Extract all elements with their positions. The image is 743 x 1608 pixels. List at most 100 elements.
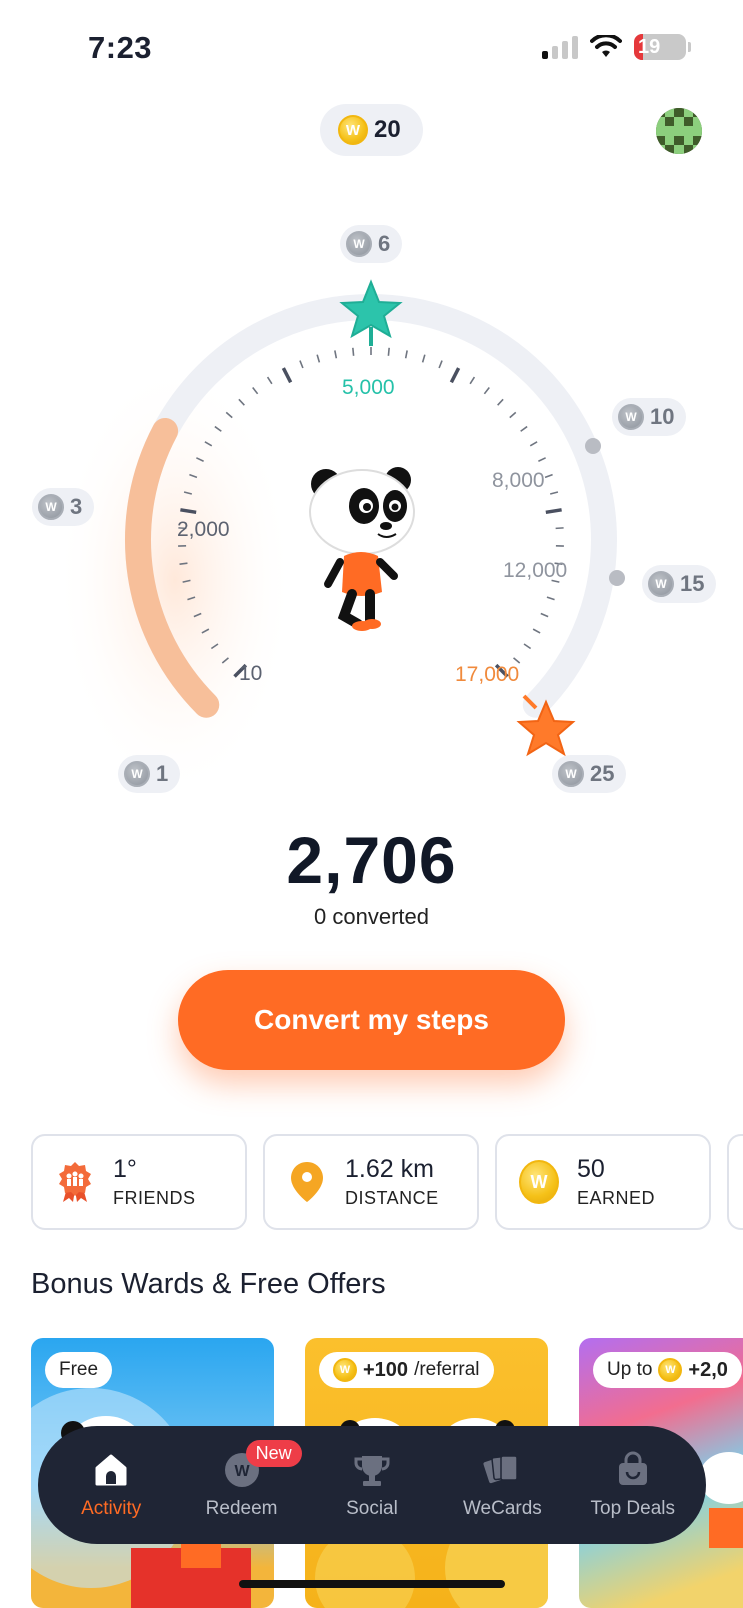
gauge-step-label: 8,000 xyxy=(492,469,545,492)
stat-label: FRIENDS xyxy=(113,1188,196,1208)
silver-coin-icon: W xyxy=(38,494,64,520)
silver-coin-icon: W xyxy=(648,571,674,597)
stat-value: 1.62 km xyxy=(345,1155,434,1183)
gauge-tick xyxy=(421,354,426,363)
offer-tag: Free xyxy=(45,1352,113,1388)
reward-value: 10 xyxy=(650,404,675,429)
gauge-tick xyxy=(497,398,504,406)
gauge-tick xyxy=(387,347,390,356)
reward-value: 25 xyxy=(590,761,615,786)
stat-label: DISTANCE xyxy=(345,1188,439,1208)
gauge-tick xyxy=(546,596,555,601)
gauge-tick xyxy=(281,367,293,384)
home-indicator xyxy=(239,1580,505,1588)
milestone-dot xyxy=(609,570,625,586)
gauge-tick xyxy=(509,411,517,419)
gold-coin-icon: W xyxy=(519,1160,559,1204)
gauge-tick xyxy=(438,360,443,369)
reward-pill: W 25 xyxy=(552,755,627,793)
nav-label: WeCards xyxy=(462,1498,542,1519)
nav-item-top-deals[interactable]: Top Deals xyxy=(571,1450,695,1520)
gauge-tick xyxy=(520,425,528,432)
gold-coin-icon: W xyxy=(519,1160,559,1204)
gauge-tick xyxy=(532,628,541,634)
gauge-tick xyxy=(180,508,197,515)
gauge-tick xyxy=(179,562,188,565)
friends-badge-icon xyxy=(55,1160,95,1204)
nav-item-activity[interactable]: Activity xyxy=(49,1450,173,1520)
nav-label: Activity xyxy=(81,1498,142,1519)
nav-item-wecards[interactable]: WeCards xyxy=(440,1450,564,1520)
gauge-tick xyxy=(404,350,408,359)
reward-value: 3 xyxy=(70,494,83,519)
silver-coin-icon: W xyxy=(124,761,150,787)
offer-tag: W +100 /referral xyxy=(319,1352,494,1388)
reward-pill: W 10 xyxy=(612,398,687,436)
gauge-tick xyxy=(529,441,538,447)
gauge-tick xyxy=(544,473,553,479)
offer-tag-amount: +100 xyxy=(363,1358,409,1381)
gold-coin-icon: W xyxy=(333,1358,357,1382)
gauge-tick xyxy=(299,360,304,369)
stat-card-distance[interactable]: 1.62 km DISTANCE xyxy=(263,1134,479,1230)
stat-card-next[interactable] xyxy=(727,1134,743,1230)
location-pin-icon xyxy=(287,1160,327,1204)
battery-level: 19 xyxy=(638,35,661,58)
nav-label: Redeem xyxy=(205,1498,278,1519)
gauge-step-label: 5,000 xyxy=(342,376,395,399)
shopping-bag-icon xyxy=(618,1451,647,1485)
gauge-tick xyxy=(540,612,549,618)
gauge-step-label: 17,000 xyxy=(455,663,520,686)
milestone-dot xyxy=(585,438,601,454)
reward-pill: W 6 xyxy=(340,225,403,263)
gauge-step-label: 2,000 xyxy=(177,518,230,541)
trophy-icon xyxy=(354,1456,390,1486)
offer-tag-prefix: Up to xyxy=(607,1359,653,1380)
offer-tag: Up to W +2,0 xyxy=(593,1352,742,1388)
stat-value: 50 xyxy=(577,1155,605,1183)
reward-value: 15 xyxy=(680,571,705,596)
silver-coin-icon: W xyxy=(346,231,372,257)
nav-label: Social xyxy=(346,1498,398,1519)
gauge-tick xyxy=(252,387,259,395)
new-badge: New xyxy=(245,1440,302,1467)
gauge-tick xyxy=(555,527,564,530)
gauge-tick xyxy=(352,347,355,356)
gauge-tick xyxy=(538,457,546,462)
gauge-tick xyxy=(545,508,562,515)
bottom-nav: Activity W New Redeem Social WeCards Top… xyxy=(38,1426,706,1544)
gold-coin-icon: W xyxy=(658,1358,683,1382)
stat-card-earned[interactable]: W 50 EARNED xyxy=(495,1134,711,1230)
reward-value: 6 xyxy=(378,231,391,256)
stat-label: EARNED xyxy=(577,1188,656,1208)
converted-count: 0 converted xyxy=(314,904,429,929)
convert-steps-button[interactable]: Convert my steps xyxy=(178,970,565,1070)
gauge-tick xyxy=(449,367,461,384)
gauge-tick xyxy=(316,354,321,363)
reward-pill: W 3 xyxy=(32,488,95,526)
offer-tag-text: Free xyxy=(59,1359,99,1380)
reward-pill: W 1 xyxy=(118,755,181,793)
panda-mascot-icon xyxy=(309,467,415,631)
offer-tag-suffix: /referral xyxy=(414,1359,480,1380)
section-title: Bonus Wards & Free Offers xyxy=(31,1268,386,1300)
gauge-tick xyxy=(334,350,338,359)
gauge-step-label: 12,000 xyxy=(503,559,568,582)
offer-tag-amount: +2,0 xyxy=(688,1358,728,1381)
gauge-tick xyxy=(523,643,532,650)
reward-value: 1 xyxy=(156,761,169,786)
stat-value: 1° xyxy=(113,1155,137,1183)
reward-pill: W 15 xyxy=(642,565,717,603)
step-count: 2,706 xyxy=(286,823,457,897)
home-icon xyxy=(95,1454,127,1486)
nav-item-social[interactable]: Social xyxy=(310,1450,434,1520)
step-gauge: W 1 W 3 W 6 W 10 W 15 W 25 10 2,000 5,00… xyxy=(0,0,743,800)
gauge-tick xyxy=(469,376,476,385)
coin-symbol: W xyxy=(234,1463,250,1480)
nav-item-redeem[interactable]: W New Redeem xyxy=(180,1440,304,1520)
gauge-tick xyxy=(266,376,273,385)
silver-coin-icon: W xyxy=(618,404,644,430)
gauge-tick xyxy=(483,387,490,395)
stat-card-friends[interactable]: 1° FRIENDS xyxy=(31,1134,247,1230)
cards-icon xyxy=(483,1455,519,1484)
